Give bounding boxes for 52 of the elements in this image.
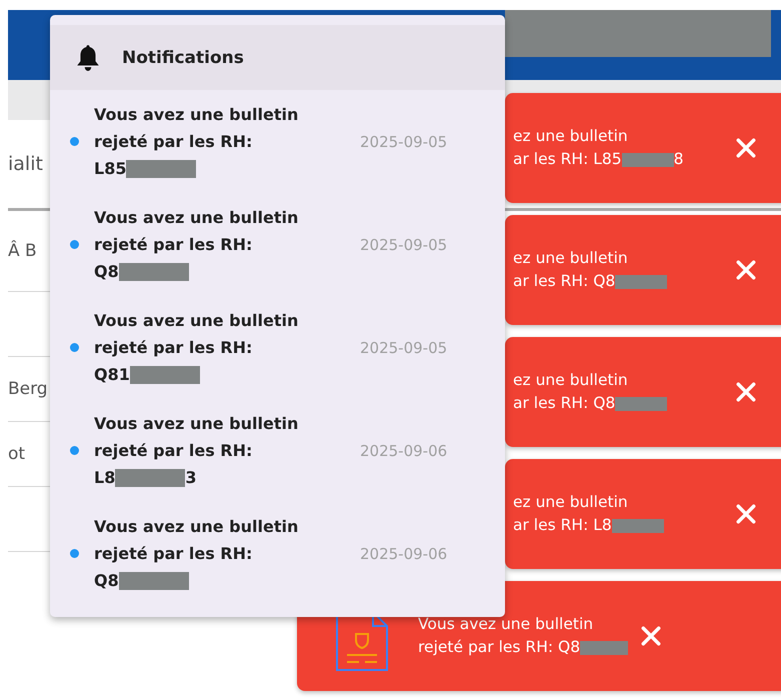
notification-code: L85: [94, 158, 126, 180]
notification-message: Vous avez une bulletin rejeté par les RH:: [94, 516, 300, 565]
notification-code: L8: [94, 467, 116, 489]
redaction-bar: [615, 396, 668, 410]
tab-label[interactable]: ialit: [8, 153, 43, 175]
redaction-bar: [580, 640, 628, 654]
close-icon[interactable]: [735, 137, 757, 159]
toast-message: ez une bulletin: [513, 370, 629, 391]
table-cell: Â B: [8, 241, 37, 261]
redaction-bar: [126, 160, 196, 178]
toast-message: ar les RH: L8: [513, 515, 612, 536]
redaction-bar: [115, 468, 186, 486]
notification-date: 2025-09-05: [360, 338, 448, 356]
panel-title: Notifications: [122, 48, 244, 68]
close-icon[interactable]: [640, 625, 662, 647]
toast-message: rejeté par les RH: Q8: [418, 637, 580, 658]
toast-message: ez une bulletin: [513, 492, 629, 513]
notification-message: Vous avez une bulletin rejeté par les RH:: [94, 207, 300, 256]
toast-message: ar les RH: Q8: [513, 393, 616, 414]
toast-message: ez une bulletin: [513, 248, 629, 269]
notification-item[interactable]: Vous avez une bulletin rejeté par les RH: L8 3 2025-09-06: [50, 399, 505, 502]
notification-date: 2025-09-05: [360, 132, 448, 150]
redaction-bar: [622, 152, 674, 166]
notification-message: Vous avez une bulletin rejeté par les RH:: [94, 413, 300, 462]
toast-message: ar les RH: L85: [513, 149, 622, 170]
notification-date: 2025-09-06: [360, 442, 448, 460]
notification-item[interactable]: Vous avez une bulletin rejeté par les RH: Q8 2025-09-05: [50, 193, 505, 296]
notification-message: Vous avez une bulletin rejeté par les RH:: [94, 310, 300, 359]
toast-message: ez une bulletin: [513, 126, 629, 147]
redaction-bar: [612, 518, 664, 532]
notification-message: Vous avez une bulletin rejeté par les RH:: [94, 104, 300, 153]
notification-item[interactable]: Vous avez une bulletin rejeté par les RH: L85 2025-09-05: [50, 90, 505, 193]
table-cell: Berg: [8, 379, 48, 399]
table-cell: ot: [8, 444, 26, 464]
redaction-bar: [130, 366, 200, 384]
redaction-bar: [118, 262, 189, 280]
notification-code: Q8: [94, 570, 119, 592]
close-icon[interactable]: [735, 381, 757, 403]
close-icon[interactable]: [735, 259, 757, 281]
toast-message: Vous avez une bulletin: [418, 614, 594, 635]
notification-item[interactable]: Vous avez une bulletin rejeté par les RH: Q81 2025-09-05: [50, 296, 505, 399]
notification-code: Q81: [94, 364, 130, 386]
redaction-bar: [615, 274, 668, 288]
toast-message: ar les RH: Q8: [513, 271, 616, 292]
notification-date: 2025-09-06: [360, 544, 448, 562]
notification-code: Q8: [94, 261, 119, 283]
notification-item[interactable]: Vous avez une bulletin rejeté par les RH: Q8 2025-09-06: [50, 502, 505, 605]
notification-code: 3: [185, 467, 196, 489]
notification-date: 2025-09-05: [360, 236, 448, 254]
toast-code: 8: [674, 149, 684, 170]
close-icon[interactable]: [735, 503, 757, 525]
redaction-bar: [118, 572, 189, 590]
